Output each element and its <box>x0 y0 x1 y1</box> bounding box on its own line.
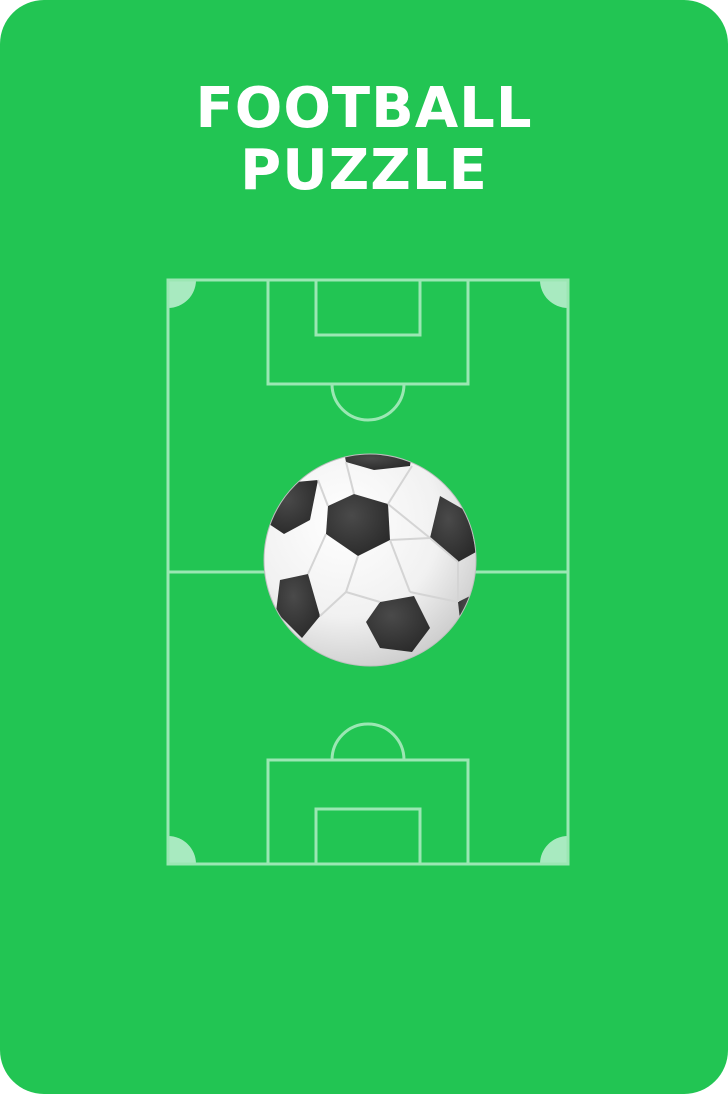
corner-bottom-left <box>168 836 196 864</box>
title-line-2: PUZZLE <box>240 138 488 203</box>
corner-top-right <box>540 280 568 308</box>
soccer-ball-icon[interactable] <box>262 452 478 668</box>
bottom-goal-area <box>314 807 422 866</box>
top-penalty-arc <box>330 383 406 422</box>
title-line-1: FOOTBALL <box>195 76 533 141</box>
game-title: FOOTBALL PUZZLE <box>0 78 728 202</box>
top-goal-area <box>314 278 422 337</box>
bottom-penalty-area <box>266 758 470 866</box>
puzzle-card[interactable]: FOOTBALL PUZZLE <box>0 0 728 1094</box>
corner-top-left <box>168 280 196 308</box>
top-penalty-area <box>266 278 470 386</box>
bottom-penalty-arc <box>330 722 406 761</box>
corner-bottom-right <box>540 836 568 864</box>
